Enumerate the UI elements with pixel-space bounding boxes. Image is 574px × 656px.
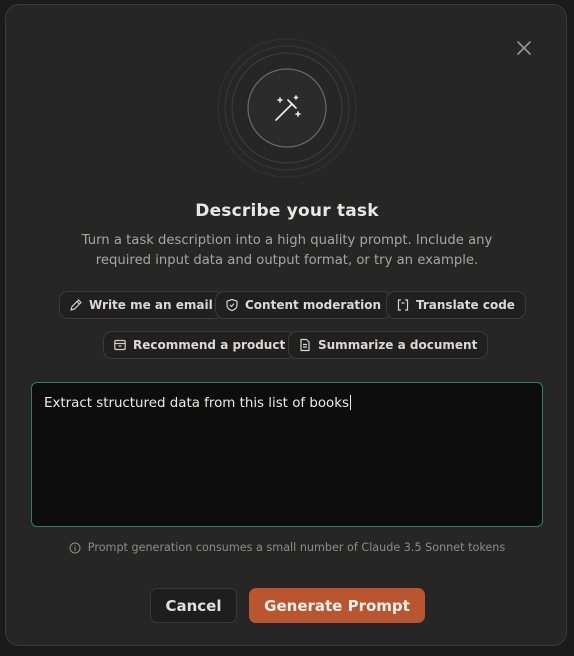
example-write-email[interactable]: Write me an email bbox=[59, 291, 224, 319]
hero-badge bbox=[216, 37, 358, 179]
token-usage-note: Prompt generation consumes a small numbe… bbox=[6, 541, 568, 554]
document-icon bbox=[300, 338, 310, 352]
chip-label: Translate code bbox=[416, 298, 515, 312]
example-translate-code[interactable]: Translate code bbox=[386, 291, 526, 319]
cancel-button[interactable]: Cancel bbox=[150, 588, 237, 623]
close-icon[interactable] bbox=[514, 38, 534, 58]
task-description-value: Extract structured data from this list o… bbox=[44, 396, 349, 411]
example-content-moderation[interactable]: Content moderation bbox=[215, 291, 393, 319]
generate-prompt-dialog: Describe your task Turn a task descripti… bbox=[5, 4, 567, 646]
chip-label: Summarize a document bbox=[318, 338, 478, 352]
generate-prompt-button[interactable]: Generate Prompt bbox=[249, 588, 425, 623]
chip-label: Content moderation bbox=[245, 298, 382, 312]
pen-icon bbox=[70, 299, 82, 311]
box-icon bbox=[114, 339, 126, 351]
shield-icon bbox=[226, 298, 238, 312]
chip-label: Recommend a product bbox=[133, 338, 286, 352]
note-text: Prompt generation consumes a small numbe… bbox=[87, 541, 506, 554]
chip-label: Write me an email bbox=[89, 298, 213, 312]
text-cursor bbox=[349, 395, 351, 410]
example-recommend-product[interactable]: Recommend a product bbox=[103, 331, 297, 359]
info-icon bbox=[69, 542, 81, 553]
code-bracket-icon bbox=[397, 299, 409, 311]
dialog-title: Describe your task bbox=[195, 201, 379, 221]
example-summarize-document[interactable]: Summarize a document bbox=[288, 331, 489, 359]
task-description-input[interactable]: Extract structured data from this list o… bbox=[31, 382, 543, 527]
dialog-description: Turn a task description into a high qual… bbox=[81, 233, 493, 268]
